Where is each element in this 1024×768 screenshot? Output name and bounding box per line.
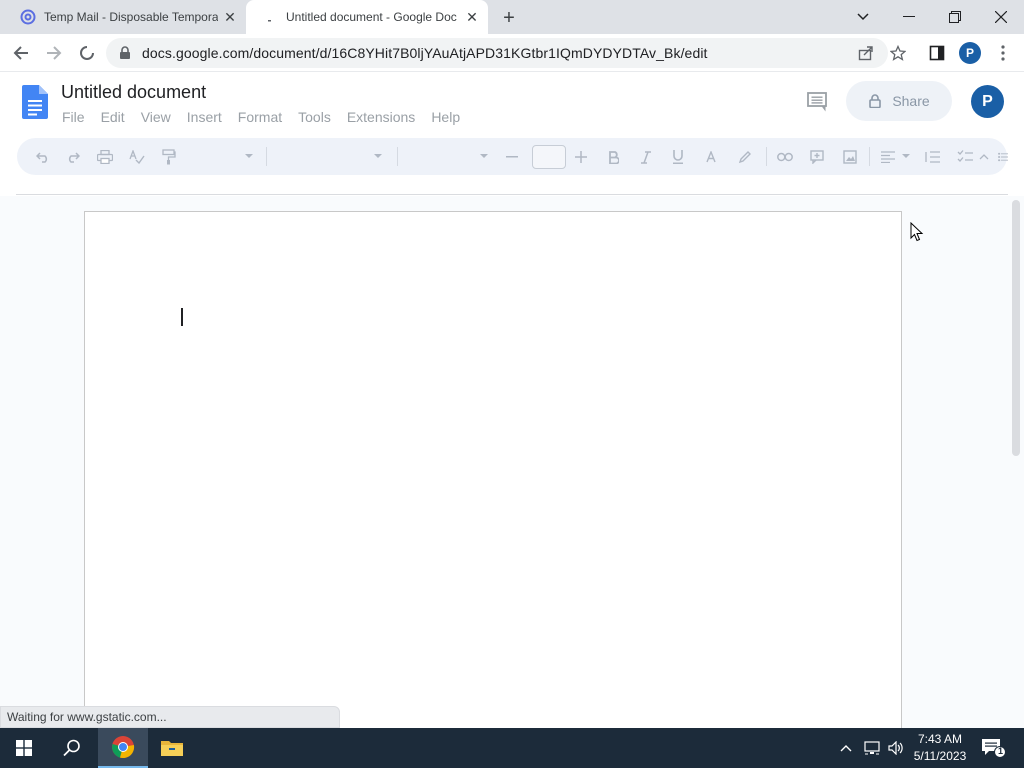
increase-font-size-icon[interactable] (571, 147, 591, 167)
menu-view[interactable]: View (141, 109, 171, 125)
windows-start-icon[interactable] (0, 728, 48, 768)
close-tab-icon[interactable]: ✕ (222, 9, 238, 25)
document-canvas[interactable]: Waiting for www.gstatic.com... (0, 196, 1024, 728)
chrome-taskbar-icon[interactable] (98, 728, 148, 768)
account-avatar[interactable]: P (971, 85, 1004, 118)
menu-tools[interactable]: Tools (298, 109, 331, 125)
toolbar-divider (766, 147, 767, 166)
notification-count: 1 (997, 746, 1003, 756)
browser-menu-icon[interactable] (992, 42, 1014, 64)
notification-center-icon[interactable]: 1 (980, 736, 1006, 760)
system-clock[interactable]: 7:43 AM 5/11/2023 (906, 731, 974, 765)
stop-loading-icon[interactable] (74, 40, 100, 66)
address-bar[interactable]: docs.google.com/document/d/16C8YHit7B0lj… (106, 38, 888, 68)
undo-icon[interactable] (33, 147, 53, 167)
loading-status-text: Waiting for www.gstatic.com... (0, 706, 340, 728)
docs-header: Untitled document File Edit View Insert … (0, 72, 1024, 136)
new-tab-button[interactable]: + (498, 7, 520, 29)
spellcheck-icon[interactable] (127, 147, 147, 167)
forward-button[interactable] (41, 40, 67, 66)
share-button[interactable]: Share (846, 81, 952, 121)
clock-date: 5/11/2023 (913, 749, 967, 763)
align-left-icon[interactable] (878, 147, 898, 167)
windows-taskbar: 7:43 AM 5/11/2023 1 (0, 728, 1024, 768)
share-label: Share (892, 93, 930, 109)
tab-search-icon[interactable] (840, 0, 886, 34)
document-title[interactable]: Untitled document (61, 82, 206, 103)
toolbar-divider-line (16, 194, 1008, 195)
tab-title: Untitled document - Google Doc (286, 10, 457, 24)
tab-title: Temp Mail - Disposable Tempora (44, 10, 218, 24)
search-icon[interactable] (48, 728, 96, 768)
toolbar-divider (869, 147, 870, 166)
align-dropdown-chevron-icon[interactable] (902, 154, 910, 158)
style-dropdown-chevron-icon[interactable] (374, 154, 382, 158)
url-text: docs.google.com/document/d/16C8YHit7B0lj… (142, 45, 708, 61)
back-button[interactable] (8, 40, 34, 66)
google-docs-logo-icon[interactable] (22, 85, 48, 119)
menu-format[interactable]: Format (238, 109, 282, 125)
docs-menubar: File Edit View Insert Format Tools Exten… (62, 109, 476, 125)
comments-icon[interactable] (806, 90, 828, 112)
volume-icon[interactable] (886, 728, 906, 768)
toolbar-divider (266, 147, 267, 166)
italic-icon[interactable] (636, 147, 656, 167)
menu-extensions[interactable]: Extensions (347, 109, 415, 125)
checklist-dropdown-chevron-icon[interactable] (974, 147, 994, 167)
tab-temp-mail[interactable]: Temp Mail - Disposable Tempora ✕ (0, 0, 246, 34)
document-page[interactable] (84, 211, 902, 728)
close-window-button[interactable] (978, 0, 1024, 34)
menu-help[interactable]: Help (431, 109, 460, 125)
clock-time: 7:43 AM (917, 732, 963, 746)
menu-edit[interactable]: Edit (101, 109, 125, 125)
vertical-scrollbar[interactable] (1012, 200, 1020, 456)
lock-icon (118, 46, 132, 60)
browser-toolbar: docs.google.com/document/d/16C8YHit7B0lj… (0, 34, 1024, 72)
add-comment-icon[interactable] (807, 147, 827, 167)
zoom-dropdown-chevron-icon[interactable] (245, 154, 253, 158)
temp-mail-favicon-icon (20, 9, 36, 25)
browser-profile-avatar[interactable]: P (959, 42, 981, 64)
show-hidden-icons-chevron-icon[interactable] (838, 728, 854, 768)
menu-insert[interactable]: Insert (187, 109, 222, 125)
network-icon[interactable] (862, 728, 882, 768)
toolbar-divider (397, 147, 398, 166)
side-panel-icon[interactable] (926, 42, 948, 64)
file-explorer-icon[interactable] (148, 728, 196, 768)
redo-icon[interactable] (63, 147, 83, 167)
print-icon[interactable] (95, 147, 115, 167)
insert-image-icon[interactable] (840, 147, 860, 167)
share-page-icon[interactable] (855, 42, 877, 64)
menu-file[interactable]: File (62, 109, 85, 125)
bulleted-list-icon[interactable] (998, 147, 1008, 167)
close-tab-icon[interactable]: ✕ (464, 9, 480, 25)
line-spacing-icon[interactable] (922, 147, 942, 167)
bold-icon[interactable] (604, 147, 624, 167)
insert-link-icon[interactable] (775, 147, 795, 167)
underline-icon[interactable] (668, 147, 688, 167)
checklist-icon[interactable] (955, 147, 975, 167)
highlight-color-icon[interactable] (735, 147, 755, 167)
restore-button[interactable] (932, 0, 978, 34)
mouse-pointer-icon (910, 221, 924, 242)
browser-tab-strip: Temp Mail - Disposable Tempora ✕ Untitle… (0, 0, 1024, 34)
paint-format-icon[interactable] (159, 147, 179, 167)
text-color-icon[interactable] (701, 147, 721, 167)
font-dropdown-chevron-icon[interactable] (480, 154, 488, 158)
bookmark-star-icon[interactable] (887, 42, 909, 64)
docs-toolbar (17, 138, 1008, 175)
font-size-input[interactable] (532, 145, 566, 169)
loading-favicon-icon (262, 9, 278, 25)
decrease-font-size-icon[interactable] (502, 147, 522, 167)
lock-icon (868, 94, 882, 109)
text-cursor (181, 308, 183, 326)
minimize-button[interactable] (886, 0, 932, 34)
tab-untitled-document[interactable]: Untitled document - Google Doc ✕ (246, 0, 488, 34)
